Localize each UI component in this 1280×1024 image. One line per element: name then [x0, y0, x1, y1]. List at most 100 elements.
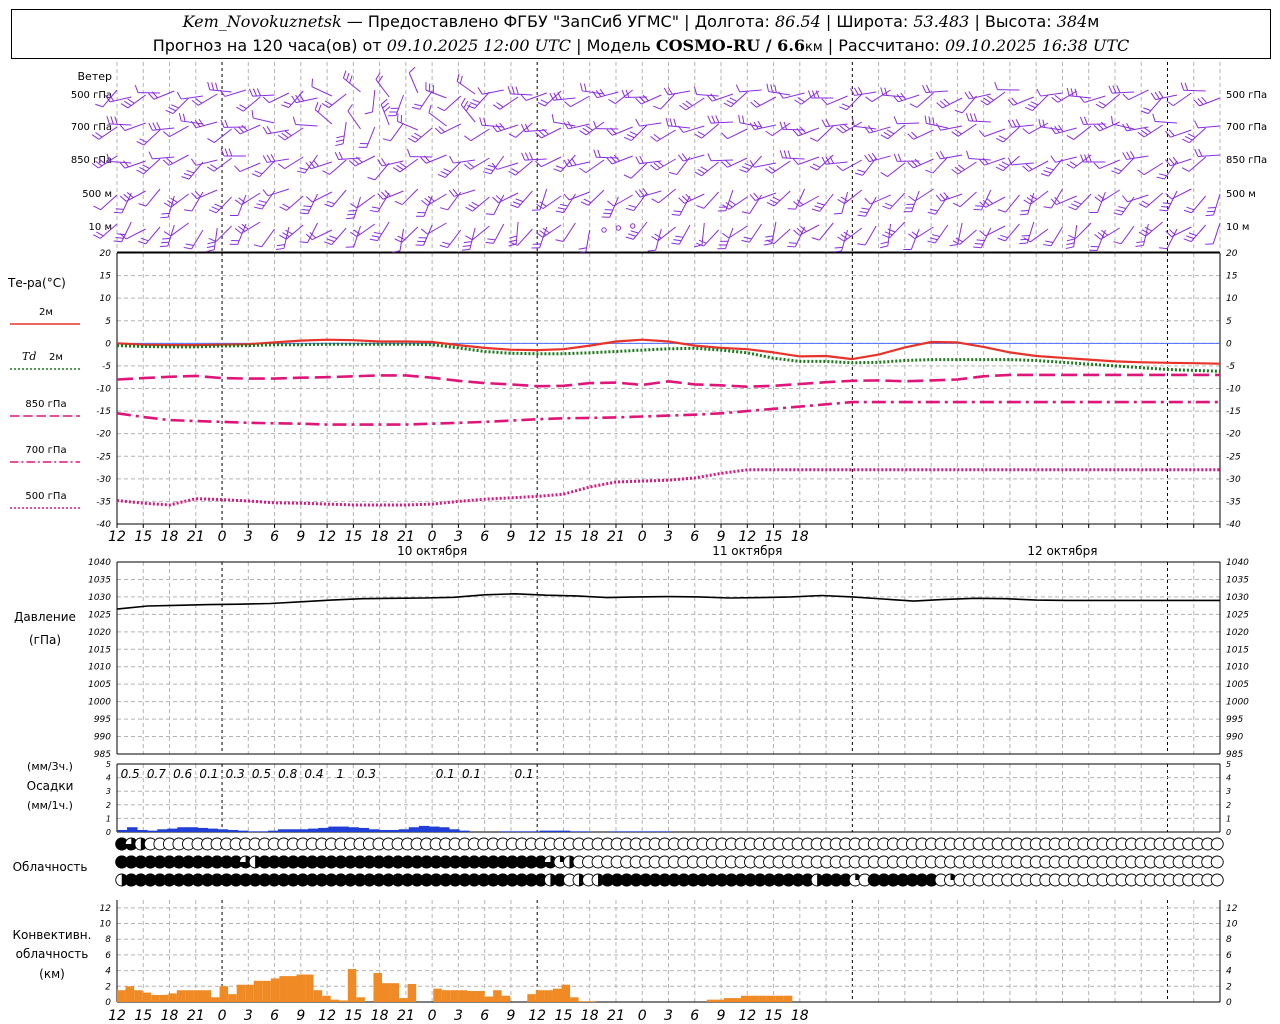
wind-barb-shaft [515, 221, 519, 244]
wind-barb-flag [511, 168, 519, 174]
precip-panel-ytick-left: 1 [106, 814, 111, 823]
wind-barb-flag [807, 90, 812, 99]
wind-barb-flag [207, 137, 215, 143]
wind-barb-flag [346, 72, 350, 81]
wind-barb-flag [468, 204, 476, 210]
wind-barb-shaft [213, 128, 232, 143]
wind-barb-flag [346, 217, 355, 220]
wind-barb-shaft [541, 156, 562, 168]
wind-barb-flag [134, 84, 139, 93]
wind-barb-flag [979, 230, 986, 237]
hour-tick-label: 18 [371, 529, 389, 545]
wind-barb-flag [1186, 235, 1195, 240]
wind-barb-flag [650, 135, 658, 142]
wind-barb-flag [1038, 119, 1042, 128]
wind-barb-flag [555, 210, 564, 214]
convective-bar [544, 990, 553, 1002]
wind-barb-flag [753, 99, 761, 106]
date-label: 11 октября [712, 544, 782, 558]
precip-bar [288, 829, 299, 832]
hour-tick-label: 3 [454, 529, 463, 545]
wind-barb-flag [148, 151, 153, 160]
wind-barb-flag [896, 94, 903, 101]
wind-barb-shaft [474, 91, 490, 109]
pressure-unit: (гПа) [29, 633, 61, 647]
wind-barb-shaft [347, 110, 361, 130]
wind-barb-flag [639, 155, 644, 164]
wind-barb-flag [241, 124, 248, 132]
wind-barb-flag [628, 204, 637, 208]
wind-barb-flag [811, 237, 820, 241]
wind-barb-shaft [773, 228, 791, 245]
pressure-panel-ytick-right: 1025 [1226, 610, 1249, 620]
convective-bar [176, 990, 186, 1002]
hour-tick-label: 12 [318, 529, 336, 545]
wind-barb-flag [336, 135, 345, 139]
wind-barb-flag [753, 192, 760, 200]
wind-barb-flag [638, 189, 645, 197]
wind-barb-flag [553, 92, 558, 101]
temp-panel-ytick-left: -35 [96, 497, 111, 507]
wind-barb-flag [1184, 135, 1193, 141]
convective-bar [570, 997, 579, 1002]
wind-barb-shaft [799, 224, 820, 236]
wind-barb-shaft [611, 155, 633, 165]
wind-barb-shaft [525, 92, 547, 101]
wind-barb-flag [420, 228, 428, 235]
wind-barb-flag [1122, 195, 1128, 203]
wind-barb-flag [1205, 214, 1214, 217]
wind-barb-flag [1094, 233, 1102, 240]
wind-barb-shaft [710, 159, 733, 162]
hour-tick-label-bottom: 12 [738, 1008, 756, 1024]
wind-barb-flag [282, 203, 290, 209]
wind-barb-flag [214, 203, 223, 208]
wind-barb-flag [224, 148, 229, 157]
wind-barb-flag [721, 132, 728, 140]
wind-barb-shaft [215, 196, 232, 214]
calm-wind-circle [629, 223, 636, 229]
precip-bar [549, 830, 561, 832]
wind-barb-flag [811, 208, 820, 212]
convective-bar [758, 995, 767, 1002]
precip-bar [539, 830, 551, 832]
wind-barb-flag [521, 152, 526, 161]
hour-tick-label-bottom: 15 [134, 1008, 152, 1024]
wind-barb-flag [739, 168, 748, 173]
wind-barb-flag [182, 113, 186, 122]
wind-barb-flag [986, 197, 994, 204]
wind-barb-flag [95, 132, 103, 138]
temp-panel-ytick-left: 0 [105, 339, 111, 349]
pressure-panel-ytick-left: 1035 [88, 575, 111, 585]
wind-barb-flag [162, 159, 170, 166]
precip-bar [308, 828, 319, 832]
wind-barb-flag [864, 197, 871, 205]
wind-barb-flag [722, 232, 730, 239]
convective-bar [493, 990, 502, 1002]
wind-barb-flag [535, 160, 542, 168]
wind-barb-shaft [492, 223, 505, 244]
wind-barb-flag [1054, 94, 1062, 101]
wind-barb-flag [1111, 170, 1119, 175]
precip-bar [318, 827, 329, 832]
wind-barb-shaft [125, 228, 146, 240]
wind-barb-flag [1168, 229, 1176, 236]
wind-barb-shaft [253, 117, 275, 124]
precip-bar [368, 829, 380, 832]
wind-barb-flag [262, 96, 270, 104]
wind-barb-flag [750, 101, 757, 108]
pressure-panel-ytick-right: 1015 [1226, 645, 1249, 655]
wind-barb-flag [1040, 173, 1049, 177]
wind-barb-flag [857, 243, 866, 246]
precip-3h-total: 0.5 [121, 767, 140, 781]
hour-tick-label-bottom: 9 [296, 1008, 305, 1024]
convective-bar [715, 999, 724, 1002]
wind-barb-flag [939, 100, 947, 107]
wind-barb-flag [1036, 88, 1042, 97]
wind-barb-flag [371, 235, 380, 238]
wind-barb-flag [1043, 243, 1052, 247]
wind-barb-flag [922, 85, 927, 93]
precip-bar [579, 831, 591, 832]
hour-tick-label: 21 [607, 529, 625, 545]
wind-barb-flag [383, 106, 391, 113]
wind-barb-flag [629, 131, 638, 136]
